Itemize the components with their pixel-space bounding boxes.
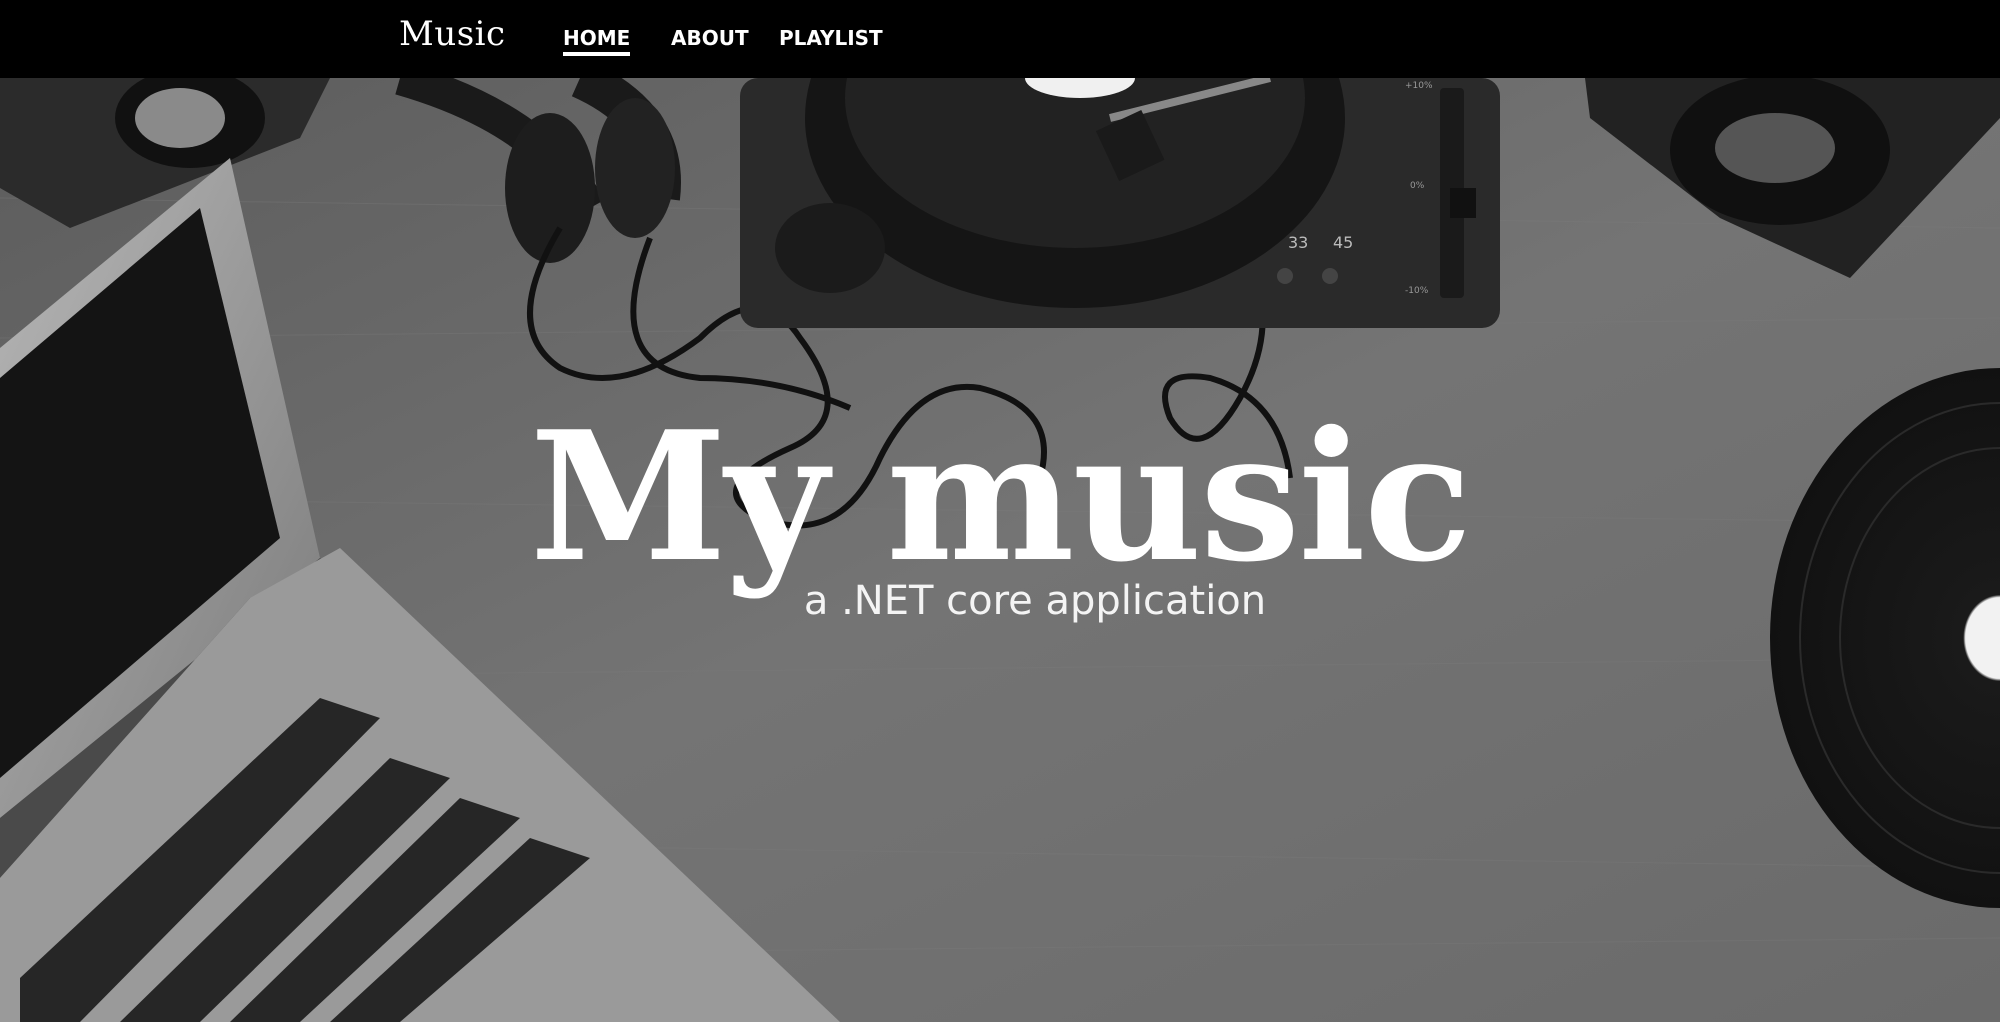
hero-subtitle: a .NET core application (803, 578, 1267, 624)
speed-45-label: 45 (1333, 233, 1353, 252)
hero-title: My music (529, 392, 1472, 601)
turntable: 33 45 +10% 0% -10% (740, 78, 1500, 328)
hero-section: 33 45 +10% 0% -10% My music a .NET core … (0, 78, 2000, 1022)
nav-playlist-link[interactable]: PLAYLIST (779, 26, 883, 50)
nav-home-link[interactable]: HOME (563, 26, 631, 56)
speed-33-label: 33 (1288, 233, 1308, 252)
pitch-zero-label: 0% (1410, 181, 1425, 191)
brand-logo[interactable]: Music (399, 14, 506, 54)
pitch-minus-label: -10% (1405, 286, 1429, 296)
pitch-plus-label: +10% (1405, 81, 1433, 91)
nav-about-link[interactable]: ABOUT (671, 26, 749, 50)
top-navbar: Music HOME ABOUT PLAYLIST (0, 0, 2000, 78)
